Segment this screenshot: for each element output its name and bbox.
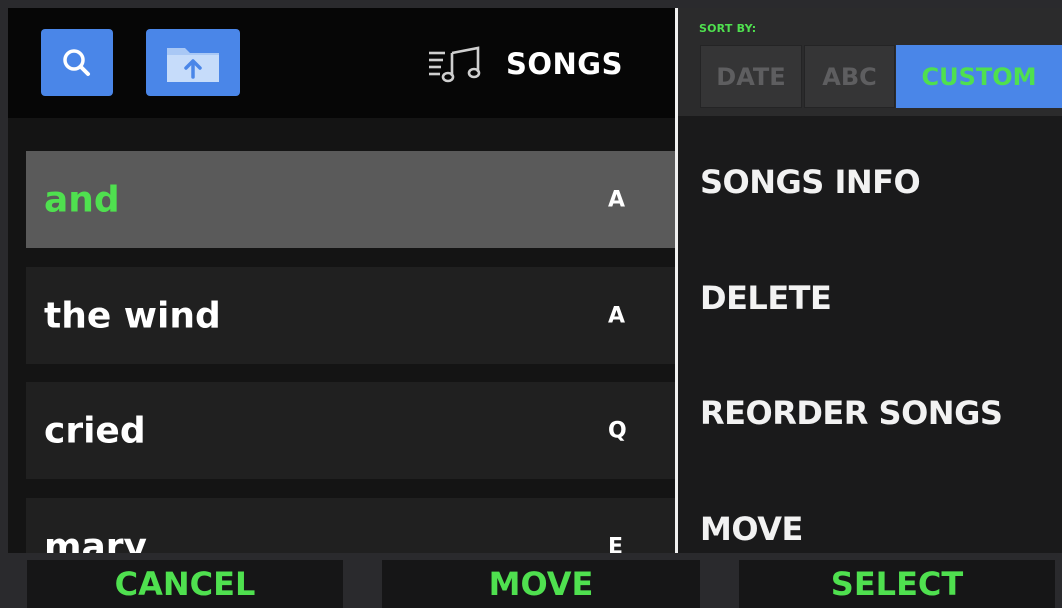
reorder-songs-menu-item[interactable]: REORDER SONGS: [700, 394, 1003, 432]
song-key: Q: [608, 418, 627, 443]
screen: SONGS and A the wind A cried Q mary E SO…: [8, 8, 1062, 553]
song-key: A: [608, 187, 626, 212]
header: SONGS: [8, 8, 675, 118]
cancel-button[interactable]: CANCEL: [27, 560, 343, 608]
select-button[interactable]: SELECT: [739, 560, 1055, 608]
song-key: A: [608, 303, 626, 328]
song-key: E: [608, 534, 624, 553]
song-name: cried: [44, 410, 146, 451]
song-name: mary: [44, 526, 148, 553]
song-name: and: [44, 179, 120, 220]
sort-abc-button[interactable]: ABC: [804, 45, 895, 108]
move-button[interactable]: MOVE: [382, 560, 700, 608]
song-row-mary[interactable]: mary E: [26, 498, 675, 553]
search-button[interactable]: [41, 29, 113, 96]
upload-folder-button[interactable]: [146, 29, 240, 96]
app-frame: SONGS and A the wind A cried Q mary E SO…: [0, 0, 1062, 608]
song-row-and[interactable]: and A: [26, 151, 675, 248]
songs-info-menu-item[interactable]: SONGS INFO: [700, 163, 921, 201]
page-title: SONGS: [506, 47, 623, 81]
sort-custom-button[interactable]: CUSTOM: [896, 45, 1062, 108]
song-name: the wind: [44, 295, 221, 336]
music-list-icon: [429, 46, 481, 83]
folder-upload-icon: [167, 47, 219, 82]
bottom-action-bar: CANCEL MOVE SELECT: [0, 553, 1062, 608]
song-row-cried[interactable]: cried Q: [26, 382, 675, 479]
search-icon: [63, 48, 90, 76]
sort-by-label: SORT BY:: [699, 22, 757, 35]
sort-bar: SORT BY: DATE ABC CUSTOM: [678, 8, 1062, 116]
song-list: and A the wind A cried Q mary E: [8, 118, 675, 553]
move-menu-item[interactable]: MOVE: [700, 510, 803, 548]
song-row-the-wind[interactable]: the wind A: [26, 267, 675, 364]
songs-header: SONGS: [426, 42, 623, 86]
sort-date-button[interactable]: DATE: [700, 45, 802, 108]
options-panel: SORT BY: DATE ABC CUSTOM SONGS INFO DELE…: [678, 8, 1062, 553]
delete-menu-item[interactable]: DELETE: [700, 279, 832, 317]
